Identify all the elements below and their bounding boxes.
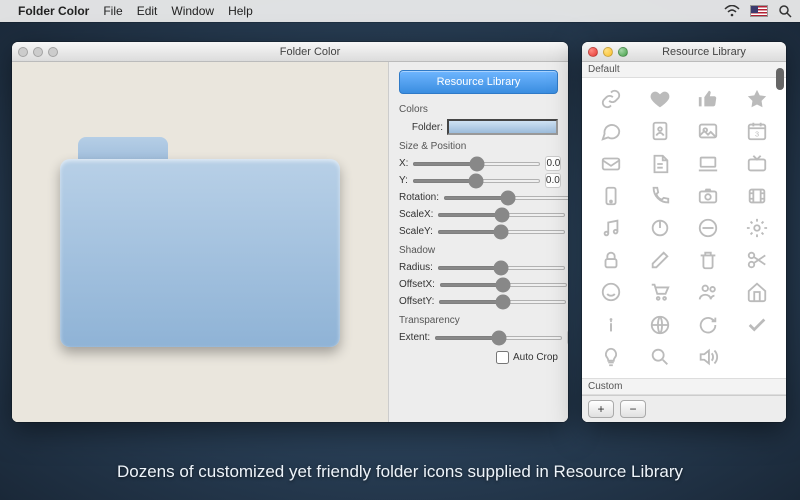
resource-window-title: Resource Library [628,46,780,58]
extent-label: Extent: [399,332,430,343]
radius-label: Radius: [399,262,433,273]
edit-icon[interactable] [637,245,684,275]
x-slider[interactable] [412,162,541,166]
minimize-button[interactable] [33,47,43,57]
resource-zoom-button[interactable] [618,47,628,57]
folder-color-well[interactable] [447,119,558,135]
lock-icon[interactable] [588,245,635,275]
svg-text:3: 3 [755,130,759,139]
folder-preview [60,137,340,347]
zoom-button[interactable] [48,47,58,57]
note-icon[interactable] [637,148,684,178]
main-window: Folder Color Resource Library Colors Fol… [12,42,568,422]
home-icon[interactable] [734,277,781,307]
offsetx-label: OffsetX: [399,279,435,290]
offsety-slider[interactable] [438,300,567,304]
y-value[interactable]: 0.0 [545,173,561,188]
contacts-icon[interactable] [637,116,684,146]
refresh-icon[interactable] [685,310,732,340]
input-flag-icon[interactable] [750,5,768,17]
no-entry-icon[interactable] [685,213,732,243]
section-transparency: Transparency [399,315,558,326]
y-slider[interactable] [412,179,541,183]
chat-icon[interactable] [588,116,635,146]
star-icon[interactable] [734,84,781,114]
rotation-slider[interactable] [443,196,568,200]
speaker-icon[interactable] [685,342,732,372]
remove-resource-button[interactable]: − [620,400,646,418]
mail-icon[interactable] [588,148,635,178]
auto-crop-label: Auto Crop [513,352,558,363]
radius-slider[interactable] [437,266,566,270]
icon-grid: 3 [582,78,786,378]
scalex-slider[interactable] [437,213,566,217]
cart-icon[interactable] [637,277,684,307]
y-label: Y: [399,175,408,186]
info-icon[interactable] [588,310,635,340]
resource-scrollbar[interactable] [776,64,784,392]
x-label: X: [399,158,408,169]
main-window-title: Folder Color [58,46,562,58]
scaley-label: ScaleY: [399,226,433,237]
add-resource-button[interactable]: + [588,400,614,418]
menu-window[interactable]: Window [171,4,214,18]
music-icon[interactable] [588,213,635,243]
menu-bar: Folder Color File Edit Window Help [0,0,800,22]
x-value[interactable]: 0.0 [545,156,561,171]
photo-icon[interactable] [685,116,732,146]
menu-file[interactable]: File [103,4,122,18]
camera-icon[interactable] [685,181,732,211]
menu-help[interactable]: Help [228,4,253,18]
bulb-icon[interactable] [588,342,635,372]
folder-color-label: Folder: [399,122,443,133]
section-colors: Colors [399,104,558,115]
menu-edit[interactable]: Edit [137,4,158,18]
custom-section-label: Custom [582,378,786,395]
heart-icon[interactable] [637,84,684,114]
offsetx-slider[interactable] [439,283,568,287]
film-icon[interactable] [734,181,781,211]
resource-close-button[interactable] [588,47,598,57]
power-icon[interactable] [637,213,684,243]
wifi-icon[interactable] [724,5,740,17]
smile-icon[interactable] [588,277,635,307]
scissors-icon[interactable] [734,245,781,275]
calendar-icon[interactable]: 3 [734,116,781,146]
scalex-label: ScaleX: [399,209,433,220]
offsety-label: OffsetY: [399,296,434,307]
resource-window: Resource Library Default 3 [582,42,786,422]
menu-app[interactable]: Folder Color [18,4,89,18]
main-titlebar: Folder Color [12,42,568,62]
link-icon[interactable] [588,84,635,114]
resource-titlebar: Resource Library [582,42,786,62]
rotation-label: Rotation: [399,192,439,203]
resource-minimize-button[interactable] [603,47,613,57]
search-icon[interactable] [637,342,684,372]
thumbs-up-icon[interactable] [685,84,732,114]
marketing-caption: Dozens of customized yet friendly folder… [0,462,800,482]
call-icon[interactable] [637,181,684,211]
folder-canvas[interactable] [12,62,388,422]
globe-icon[interactable] [637,310,684,340]
phone-icon[interactable] [588,181,635,211]
section-sizepos: Size & Position [399,141,558,152]
laptop-icon[interactable] [685,148,732,178]
section-shadow: Shadow [399,245,558,256]
scaley-slider[interactable] [437,230,566,234]
gear-icon[interactable] [734,213,781,243]
users-icon[interactable] [685,277,732,307]
check-icon[interactable] [734,310,781,340]
extent-slider[interactable] [434,336,563,340]
extent-value[interactable]: 1.0 [567,330,568,345]
spotlight-icon[interactable] [778,4,792,18]
empty-slot [734,342,781,372]
close-button[interactable] [18,47,28,57]
trash-icon[interactable] [685,245,732,275]
auto-crop-checkbox[interactable] [496,351,509,364]
tv-icon[interactable] [734,148,781,178]
default-section-label: Default [582,62,786,78]
resource-library-button[interactable]: Resource Library [399,70,558,94]
inspector-panel: Resource Library Colors Folder: Size & P… [388,62,568,422]
